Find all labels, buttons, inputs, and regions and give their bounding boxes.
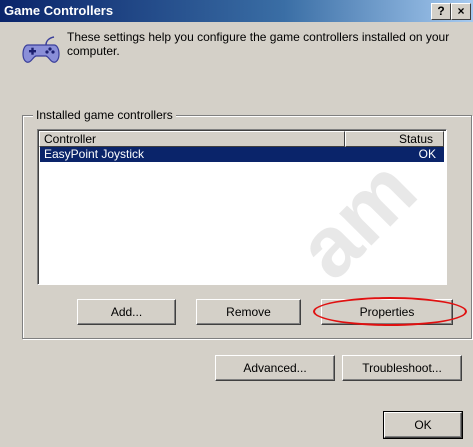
help-button[interactable]: ? — [431, 3, 451, 20]
title-bar[interactable]: Game Controllers ? × — [0, 0, 473, 22]
gamepad-icon — [22, 36, 60, 63]
column-header-controller[interactable]: Controller — [39, 131, 345, 147]
controller-list[interactable]: Controller Status EasyPoint Joystick OK — [37, 129, 447, 285]
controller-name: EasyPoint Joystick — [44, 147, 145, 161]
intro-text: These settings help you configure the ga… — [67, 30, 450, 58]
table-row[interactable]: EasyPoint Joystick OK — [40, 147, 444, 162]
column-header-status[interactable]: Status — [345, 131, 444, 147]
group-label: Installed game controllers — [33, 108, 176, 122]
troubleshoot-button[interactable]: Troubleshoot... — [342, 355, 462, 381]
close-button[interactable]: × — [451, 3, 471, 20]
ok-button[interactable]: OK — [383, 411, 463, 439]
controller-status: OK — [418, 147, 436, 161]
advanced-button[interactable]: Advanced... — [215, 355, 335, 381]
remove-button[interactable]: Remove — [196, 299, 301, 325]
annotation-ellipse — [313, 297, 467, 326]
add-button[interactable]: Add... — [77, 299, 176, 325]
window-title: Game Controllers — [4, 3, 114, 18]
